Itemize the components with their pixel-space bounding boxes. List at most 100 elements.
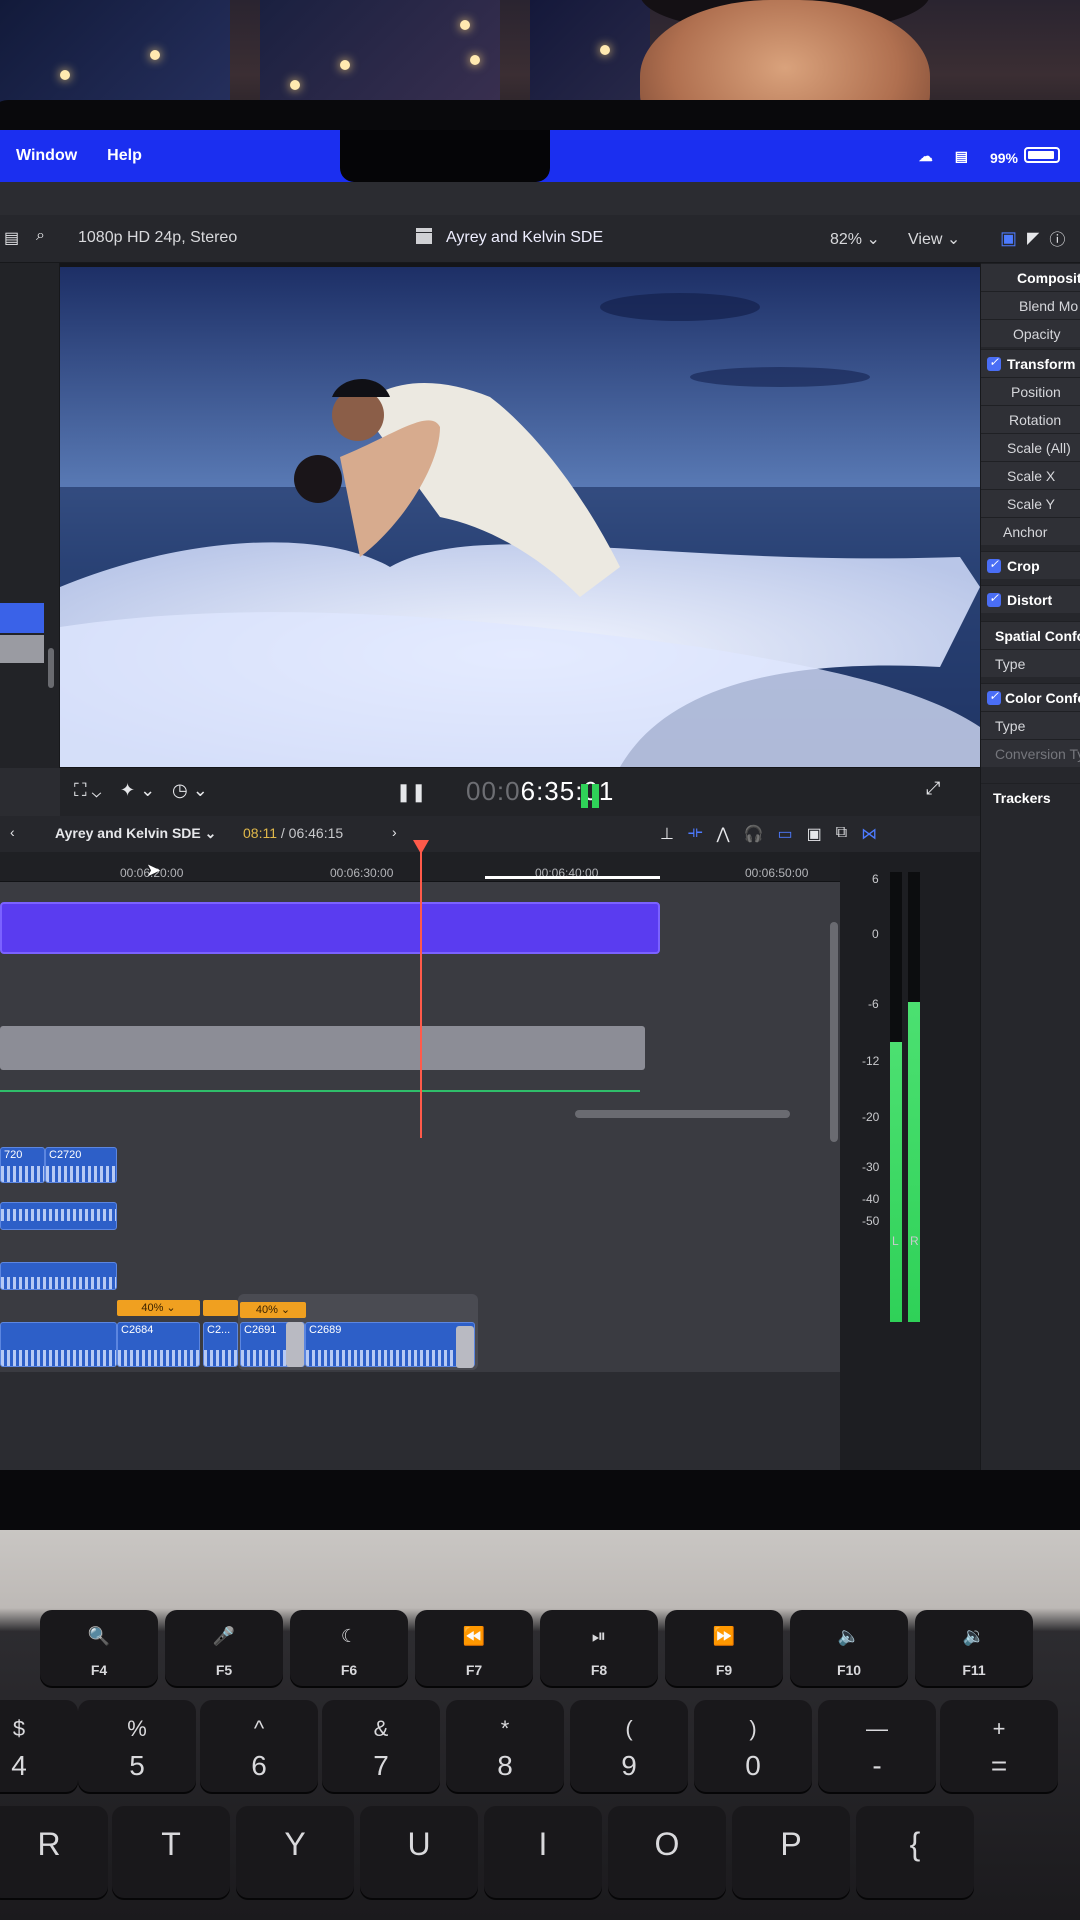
checkbox-icon[interactable] xyxy=(987,689,1001,705)
inspector-scale-y[interactable]: Scale Y xyxy=(981,489,1080,517)
inspector-crop[interactable]: Crop xyxy=(981,551,1080,579)
key-f11[interactable]: 🔉 F11 xyxy=(915,1610,1033,1686)
inspector-composite[interactable]: Composit xyxy=(981,263,1080,291)
speed-badge-2[interactable]: 40% ⌄ xyxy=(240,1302,306,1318)
key-t[interactable]: T xyxy=(112,1806,230,1898)
key-f6[interactable]: ☾ F6 xyxy=(290,1610,408,1686)
trim-handle-right[interactable] xyxy=(456,1326,474,1368)
key-f4[interactable]: 🔍 F4 xyxy=(40,1610,158,1686)
trim-handle-left[interactable] xyxy=(286,1322,304,1367)
speed-badge-mid[interactable] xyxy=(203,1300,238,1316)
audio-track-bar[interactable] xyxy=(0,1026,645,1070)
key-f10[interactable]: 🔈 F10 xyxy=(790,1610,908,1686)
inspector-spatial-type[interactable]: Type xyxy=(981,649,1080,677)
timeline-scrollbar-vertical[interactable] xyxy=(830,922,838,1142)
key-f7[interactable]: ⏪ F7 xyxy=(415,1610,533,1686)
transitions-icon[interactable]: ⋈ xyxy=(861,824,877,844)
browser-scrollbar[interactable] xyxy=(48,648,54,688)
waveform xyxy=(1,1277,116,1289)
clip-label: C2689 xyxy=(309,1324,342,1336)
zoom-dropdown[interactable]: 82% ⌄ xyxy=(830,229,880,249)
checkbox-icon[interactable] xyxy=(987,591,1001,607)
inspector-rotation[interactable]: Rotation xyxy=(981,405,1080,433)
clip-left[interactable] xyxy=(0,1322,117,1367)
clip-c2720b[interactable]: C2720 xyxy=(45,1147,117,1183)
key--[interactable]: — - xyxy=(818,1700,936,1792)
menu-window[interactable]: Window xyxy=(16,147,77,165)
inspector-distort[interactable]: Distort xyxy=(981,585,1080,613)
inspector-blend-mode[interactable]: Blend Mo xyxy=(981,291,1080,319)
inspector-spatial-conform[interactable]: Spatial Confo xyxy=(981,621,1080,649)
headphones-icon[interactable]: 🎧 xyxy=(744,824,764,844)
key-6[interactable]: ^ 6 xyxy=(200,1700,318,1792)
checkbox-icon[interactable] xyxy=(987,557,1001,573)
search-icon[interactable]: ⌕ xyxy=(36,227,45,245)
key-o[interactable]: O xyxy=(608,1806,726,1898)
playhead[interactable] xyxy=(420,848,422,1138)
forward-icon[interactable]: › xyxy=(392,824,397,840)
inspector-anchor[interactable]: Anchor xyxy=(981,517,1080,545)
solo-icon[interactable]: ▭ xyxy=(777,824,792,844)
row-label: Transform xyxy=(1007,356,1076,372)
color-inspector-icon[interactable]: ◤ xyxy=(1027,228,1039,248)
timeline-index-icon[interactable]: ‹ xyxy=(10,824,15,840)
key-r[interactable]: R xyxy=(0,1806,108,1898)
clip-c2[interactable]: C2... xyxy=(203,1322,238,1367)
audio-clip[interactable] xyxy=(0,1202,117,1230)
library-icon[interactable]: ▤ xyxy=(4,228,19,248)
key-=[interactable]: + = xyxy=(940,1700,1058,1792)
key-p[interactable]: P xyxy=(732,1806,850,1898)
inspector-transform[interactable]: Transform xyxy=(981,349,1080,377)
key-f8[interactable]: ⏯ F8 xyxy=(540,1610,658,1686)
browser-selection[interactable] xyxy=(0,603,44,633)
clip-c2684[interactable]: C2684 xyxy=(117,1322,200,1367)
key-7[interactable]: & 7 xyxy=(322,1700,440,1792)
key-f9[interactable]: ⏩ F9 xyxy=(665,1610,783,1686)
key-8[interactable]: * 8 xyxy=(446,1700,564,1792)
inspector-scale-x[interactable]: Scale X xyxy=(981,461,1080,489)
fullscreen-icon[interactable]: ⤢ xyxy=(926,778,940,799)
audio-clip[interactable] xyxy=(0,1262,117,1290)
timeline-project-dropdown[interactable]: Ayrey and Kelvin SDE ⌄ xyxy=(55,825,216,842)
browser-item[interactable] xyxy=(0,635,44,663)
timeline-scrollbar-horizontal[interactable] xyxy=(575,1110,790,1118)
clip-c2689[interactable]: C2689 xyxy=(305,1322,475,1367)
key-u[interactable]: U xyxy=(360,1806,478,1898)
key-i[interactable]: I xyxy=(484,1806,602,1898)
key-9[interactable]: (9 xyxy=(570,1700,688,1792)
video-inspector-icon[interactable]: ▣ xyxy=(1000,228,1017,249)
clip-appearance-icon[interactable]: ⧉ xyxy=(836,824,847,844)
video-viewer[interactable] xyxy=(60,263,980,768)
speed-badge-1[interactable]: 40% ⌄ xyxy=(117,1300,200,1316)
key-5[interactable]: % 5 xyxy=(78,1700,196,1792)
inspector-conversion-type[interactable]: Conversion Ty xyxy=(981,739,1080,767)
connect-icon[interactable]: ⊥ xyxy=(660,824,674,844)
inspector-scale-all[interactable]: Scale (All) xyxy=(981,433,1080,461)
view-dropdown[interactable]: View ⌄ xyxy=(908,229,960,249)
inspector-trackers[interactable]: Trackers xyxy=(981,783,1080,811)
inspector-color-type[interactable]: Type xyxy=(981,711,1080,739)
magic-wand-icon[interactable]: ✦ ⌄ xyxy=(120,780,155,801)
battery-status[interactable]: 99% xyxy=(990,146,1060,166)
inspector-color-conform[interactable]: Color Conforn xyxy=(981,683,1080,711)
key-0[interactable]: ) 0 xyxy=(694,1700,812,1792)
pause-icon[interactable]: ❚❚ xyxy=(396,782,426,803)
skimming-icon[interactable]: ⟛ xyxy=(688,824,703,844)
menu-help[interactable]: Help xyxy=(107,147,142,165)
checkbox-icon[interactable] xyxy=(987,355,1001,371)
key-f5[interactable]: 🎤 F5 xyxy=(165,1610,283,1686)
key-{[interactable]: { xyxy=(856,1806,974,1898)
drive-icon[interactable]: ▤ xyxy=(955,148,968,165)
inspector-opacity[interactable]: Opacity xyxy=(981,319,1080,347)
key-4[interactable]: $4 xyxy=(0,1700,78,1792)
snapping-icon[interactable]: ▣ xyxy=(807,824,822,844)
speed-icon[interactable]: ◷ ⌄ xyxy=(172,780,208,801)
inspector-position[interactable]: Position xyxy=(981,377,1080,405)
creative-cloud-icon[interactable]: ☁ xyxy=(919,148,933,165)
clip-c2720a[interactable]: 720 xyxy=(0,1147,45,1183)
transform-tool-icon[interactable]: ⛶ ⌄ xyxy=(74,780,101,801)
key-y[interactable]: Y xyxy=(236,1806,354,1898)
info-icon[interactable]: ⓘ xyxy=(1049,226,1065,250)
audio-skimming-icon[interactable]: ⋀ xyxy=(716,824,729,844)
title-clip[interactable] xyxy=(0,902,660,954)
